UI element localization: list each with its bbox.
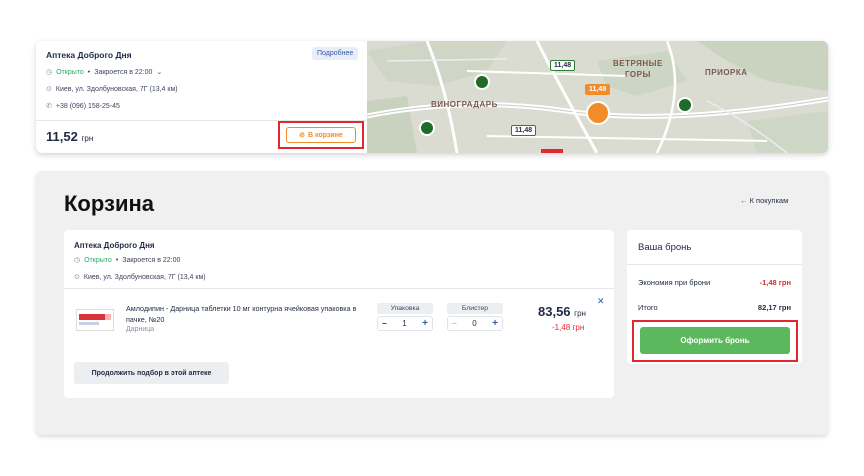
- divider: [627, 264, 802, 265]
- chevron-down-icon[interactable]: ⌄: [156, 68, 162, 76]
- savings-value: -1,48 грн: [759, 278, 791, 287]
- location-icon: ⊙: [74, 274, 80, 281]
- pack-quantity-value[interactable]: 1: [402, 319, 406, 328]
- map-pin[interactable]: [419, 120, 435, 136]
- map-price-tag-selected[interactable]: 11,48: [585, 84, 611, 95]
- close-icon[interactable]: ✕: [597, 296, 605, 307]
- pharmacy-phone[interactable]: ✆ +38 (096) 158-25-45: [46, 102, 120, 111]
- in-cart-button[interactable]: ⊘ В корзине: [286, 127, 356, 143]
- map-pin[interactable]: [677, 97, 693, 113]
- divider: [64, 288, 614, 289]
- district-label: ГОРЫ: [625, 70, 651, 79]
- address-text: Киев, ул. Здолбуновская, 7Г (13,4 км): [83, 273, 206, 281]
- in-cart-label: В корзине: [308, 131, 343, 139]
- map-pin-selected[interactable]: [586, 101, 610, 125]
- back-label: К покупкам: [749, 196, 789, 205]
- product-image-part: [105, 314, 111, 320]
- check-circle-icon: ⊘: [299, 132, 306, 139]
- address-text: Киев, ул. Здолбуновская, 7Г (13,4 км): [55, 85, 178, 93]
- map-background: [367, 41, 828, 153]
- pack-label: Упаковка: [377, 303, 433, 314]
- minus-icon[interactable]: −: [452, 319, 457, 328]
- product-discount: -1,48 грн: [552, 323, 585, 332]
- cart-panel: Корзина ← К покупкам Аптека Доброго Дня …: [36, 171, 828, 435]
- total-value: 82,17 грн: [757, 303, 791, 312]
- clock-icon: ◷: [74, 257, 81, 264]
- total-row: Итого 82,17 грн: [638, 303, 791, 312]
- order-pharmacy-name: Аптека Доброго Дня: [74, 241, 155, 250]
- dot-separator: •: [115, 256, 119, 264]
- product-image-part: [79, 322, 99, 325]
- clock-icon: ◷: [46, 69, 53, 76]
- order-pharmacy-hours: ◷ Открыто • Закроется в 22:00: [74, 256, 181, 265]
- in-cart-highlight: ⊘ В корзине: [278, 121, 364, 149]
- price-value: 11,52: [46, 129, 78, 144]
- pharmacy-address: ⊙ Киев, ул. Здолбуновская, 7Г (13,4 км): [46, 85, 178, 94]
- savings-row: Экономия при брони -1,48 грн: [638, 278, 791, 287]
- product-price: 83,56 грн: [538, 304, 586, 319]
- plus-icon[interactable]: +: [422, 318, 428, 329]
- back-to-shopping-link[interactable]: ← К покупкам: [740, 196, 788, 205]
- price-value: 83,56: [538, 304, 571, 319]
- pharmacy-price: 11,52 грн: [46, 129, 93, 144]
- district-label: ВЕТРЯНЫЕ: [613, 59, 663, 68]
- blister-quantity-value[interactable]: 0: [472, 319, 476, 328]
- phone-icon: ✆: [46, 103, 52, 110]
- dot-separator: •: [87, 68, 91, 76]
- price-currency: грн: [81, 134, 94, 143]
- status-closes: Закроется в 22:00: [122, 256, 181, 264]
- product-image[interactable]: [76, 309, 114, 331]
- more-button[interactable]: Подробнее: [312, 47, 359, 60]
- order-pharmacy-address: ⊙ Киев, ул. Здолбуновская, 7Г (13,4 км): [74, 273, 206, 282]
- map-price-tag[interactable]: 11,48: [550, 60, 576, 71]
- submit-highlight: Оформить бронь: [632, 320, 798, 362]
- minus-icon[interactable]: −: [382, 319, 387, 328]
- blister-label: Блистер: [447, 303, 503, 314]
- product-title[interactable]: Амлодипин - Дарница таблетки 10 мг конту…: [126, 303, 366, 325]
- pharmacy-map-card: Аптека Доброго Дня Подробнее ◷ Открыто •…: [36, 41, 828, 153]
- page-title: Корзина: [64, 191, 154, 216]
- map-pin[interactable]: [474, 74, 490, 90]
- order-card: Аптека Доброго Дня ◷ Открыто • Закроется…: [64, 230, 614, 398]
- pharmacy-info: Аптека Доброго Дня Подробнее ◷ Открыто •…: [36, 41, 366, 153]
- product-maker: Дарница: [126, 326, 155, 333]
- blister-quantity-stepper: − 0 +: [447, 316, 503, 331]
- summary-title: Ваша бронь: [638, 242, 692, 253]
- booking-summary: Ваша бронь Экономия при брони -1,48 грн …: [627, 230, 802, 364]
- pharmacy-hours[interactable]: ◷ Открыто • Закроется в 22:00 ⌄: [46, 68, 162, 77]
- location-icon: ⊙: [46, 86, 52, 93]
- plus-icon[interactable]: +: [492, 318, 498, 329]
- total-label: Итого: [638, 303, 658, 312]
- status-open: Открыто: [56, 68, 84, 76]
- district-label: ВИНОГРАДАРЬ: [431, 100, 498, 109]
- phone-text: +38 (096) 158-25-45: [55, 102, 120, 110]
- submit-booking-button[interactable]: Оформить бронь: [640, 327, 790, 354]
- status-closes: Закроется в 22:00: [94, 68, 153, 76]
- status-open: Открыто: [84, 256, 112, 264]
- pack-quantity-stepper: − 1 +: [377, 316, 433, 331]
- price-currency: грн: [574, 309, 586, 318]
- continue-shopping-button[interactable]: Продолжить подбор в этой аптеке: [74, 362, 229, 384]
- arrow-left-icon: ←: [740, 196, 748, 205]
- map-price-tag[interactable]: 11,48: [511, 125, 537, 136]
- map[interactable]: ВИНОГРАДАРЬ ВЕТРЯНЫЕ ГОРЫ ПРИОРКА 11,48 …: [367, 41, 828, 153]
- district-label: ПРИОРКА: [705, 68, 748, 77]
- product-image-part: [79, 314, 105, 320]
- savings-label: Экономия при брони: [638, 278, 711, 287]
- pharmacy-name: Аптека Доброго Дня: [46, 50, 132, 60]
